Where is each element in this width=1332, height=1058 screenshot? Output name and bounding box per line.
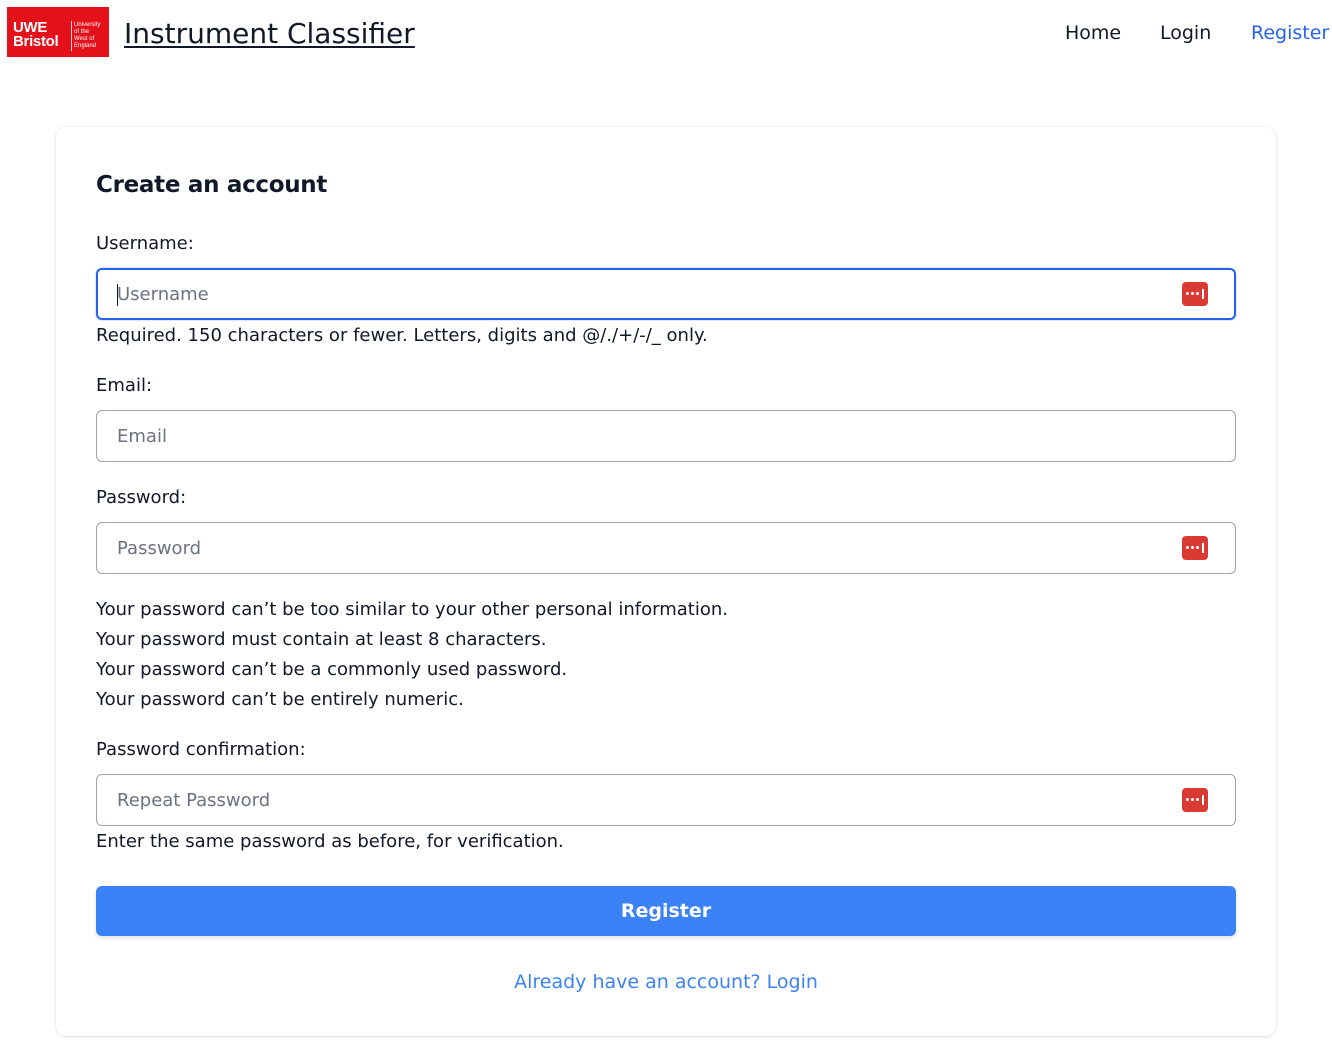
logo-divider <box>71 21 72 51</box>
username-input[interactable] <box>117 270 1157 318</box>
site-header: UWE Bristol University of the West of En… <box>0 0 1332 70</box>
password-confirmation-input[interactable] <box>117 775 1157 825</box>
site-title-link[interactable]: Instrument Classifier <box>124 14 415 54</box>
password-input[interactable] <box>117 523 1157 573</box>
logo-line-2: Bristol <box>13 33 59 50</box>
password-confirmation-help-text: Enter the same password as before, for v… <box>96 831 564 852</box>
nav-register-link[interactable]: Register <box>1251 20 1329 46</box>
password-confirmation-field[interactable] <box>96 774 1236 826</box>
register-button[interactable]: Register <box>96 886 1236 936</box>
logo-wordmark: UWE Bristol <box>13 20 59 50</box>
text-caret <box>117 284 118 306</box>
nav-login-link[interactable]: Login <box>1160 20 1211 46</box>
uwe-bristol-logo[interactable]: UWE Bristol University of the West of En… <box>7 7 109 57</box>
password-confirmation-label: Password confirmation: <box>96 739 306 760</box>
password-manager-icon[interactable] <box>1182 536 1208 560</box>
nav-home-link[interactable]: Home <box>1065 20 1121 46</box>
email-field[interactable] <box>96 410 1236 462</box>
logo-university-text: University of the West of England <box>74 22 101 49</box>
form-title: Create an account <box>96 172 328 198</box>
password-rule: Your password can’t be too similar to yo… <box>96 599 728 620</box>
password-rule: Your password can’t be entirely numeric. <box>96 689 464 710</box>
password-label: Password: <box>96 487 187 508</box>
password-rule: Your password must contain at least 8 ch… <box>96 629 547 650</box>
password-field[interactable] <box>96 522 1236 574</box>
username-label: Username: <box>96 233 194 254</box>
username-field[interactable] <box>96 268 1236 320</box>
password-manager-icon[interactable] <box>1182 788 1208 812</box>
email-label: Email: <box>96 375 153 396</box>
email-input[interactable] <box>117 411 1157 461</box>
password-manager-icon[interactable] <box>1182 282 1208 306</box>
login-link[interactable]: Already have an account? Login <box>96 968 1236 996</box>
username-help-text: Required. 150 characters or fewer. Lette… <box>96 325 708 346</box>
password-rule: Your password can’t be a commonly used p… <box>96 659 568 680</box>
